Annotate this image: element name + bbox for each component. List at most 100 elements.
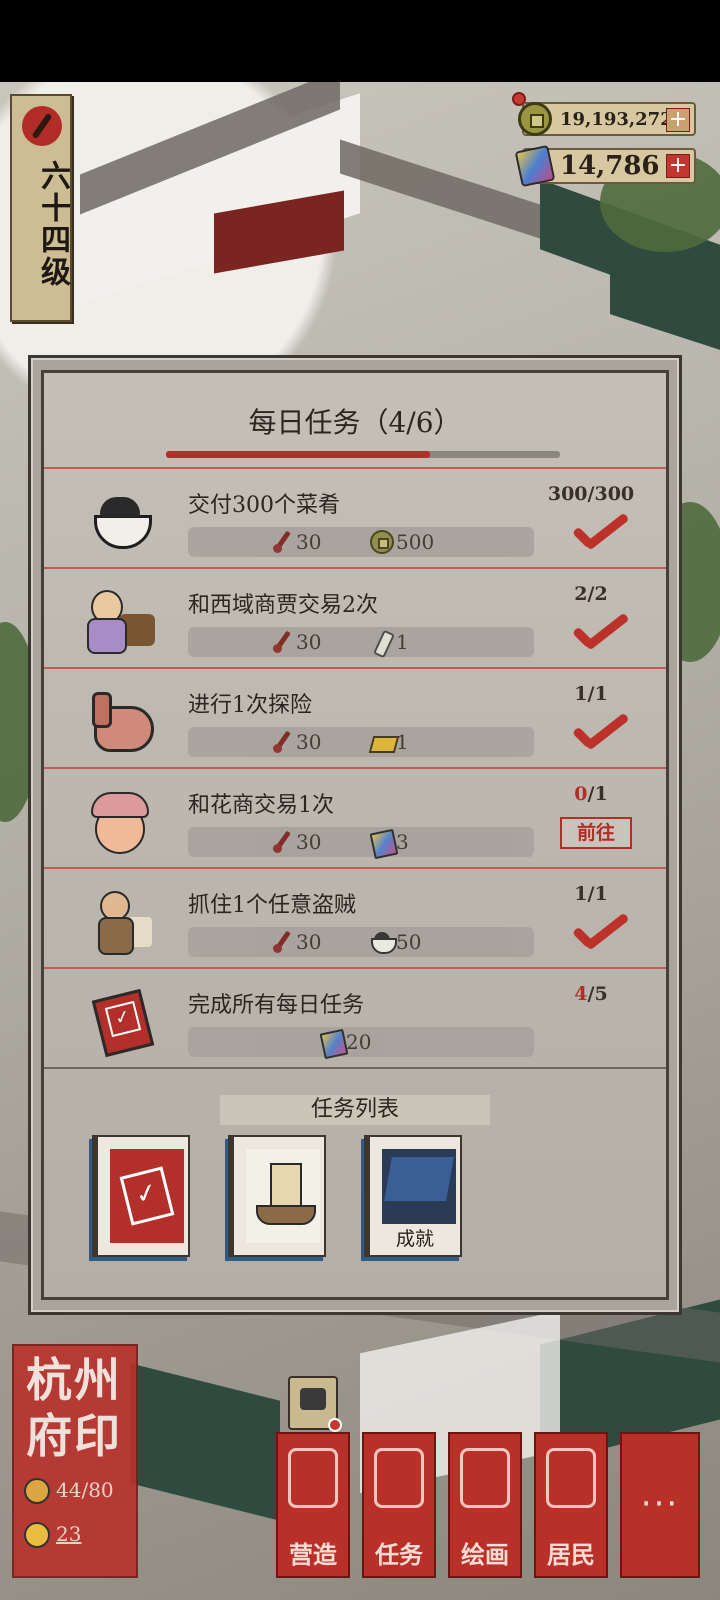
brush-icon [270,530,294,554]
task-row: 完成所有每日任务 20 4/5 [44,969,666,1071]
reward-amount: 1 [396,630,409,654]
residents-icon [546,1448,596,1508]
task-progress-count: 1/1 [546,683,636,705]
reward-item: 20 [320,1027,371,1057]
reward-amount: 30 [296,630,322,654]
tab-voyage-tasks[interactable] [228,1135,326,1257]
prefecture-seal-title: 杭州府印 [26,1353,122,1463]
reward-bar: 30 1 [188,627,534,657]
reward-item: 30 [270,527,321,557]
task-progress-count: 4/5 [546,983,636,1005]
coin-amount: 19,193,272 [560,108,673,130]
reward-item: 1 [370,627,409,657]
prefecture-seal[interactable]: 杭州府印 44/80 23 [12,1344,138,1578]
gem-amount: 14,786 [560,151,660,181]
task-row: 和西域商贾交易2次 30 1 2/2 [44,569,666,671]
reward-item: 30 [270,827,321,857]
tab-daily-tasks[interactable] [92,1135,190,1257]
flower-merchant-icon [84,787,156,854]
gem-icon [320,1030,344,1054]
task-count-done: 1 [574,883,588,905]
nav-tasks-label: 任务 [375,1540,423,1569]
reward-item: 30 [270,927,321,957]
bowl-icon [370,930,397,954]
completed-check-icon [568,613,626,655]
task-row: 抓住1个任意盗贼 30 50 1/1 [44,869,666,971]
more-icon: ··· [640,1484,680,1524]
brush-seal-icon [22,106,62,146]
reward-amount: 500 [396,530,435,554]
task-title: 完成所有每日任务 [188,993,365,1018]
task-count-total: /1 [587,783,608,805]
resident-icon [24,1478,50,1504]
task-count-total: /1 [587,883,608,905]
reward-amount: 30 [296,930,322,954]
add-gems-button[interactable]: + [666,154,690,178]
nav-paint-label: 绘画 [461,1540,509,1569]
task-divider [44,1067,666,1069]
reward-amount: 30 [296,830,322,854]
task-title: 进行1次探险 [188,693,312,718]
completed-check-icon [568,913,626,955]
brush-icon [270,730,294,754]
coin-counter: 19,193,272 + [518,102,696,136]
task-book-icon [110,1149,184,1243]
status-bar [0,0,720,82]
tasks-icon [374,1448,424,1508]
brush-icon [270,830,294,854]
gem-counter: 14,786 + [514,144,696,188]
nav-build-button[interactable]: 营造 [276,1432,350,1578]
task-progress-count: 2/2 [546,583,636,605]
daily-progress-fill [166,451,430,458]
player-level-label: 六十四级 [35,160,70,288]
task-progress-count: 300/300 [546,483,636,505]
daily-tasks-panel-inner: 每日任务（4/6） 交付300个菜肴 30 500 300/300 和西域商贾交易2次 3… [41,370,669,1300]
gold-ingot-icon [370,730,394,754]
reward-bar: 30 50 [188,927,534,957]
task-count-total: /5 [587,983,608,1005]
player-level-badge[interactable]: 六十四级 [10,94,72,322]
gem-icon [370,830,394,854]
reward-item: 3 [370,827,409,857]
task-list-header: 任务列表 [220,1095,490,1125]
task-row: 进行1次探险 30 1 1/1 [44,669,666,771]
task-title: 和花商交易1次 [188,793,334,818]
task-count-total: /2 [587,583,608,605]
reward-item: 30 [270,727,321,757]
task-count-done: 4 [574,983,588,1005]
panel-title: 每日任务（4/6） [248,406,462,439]
completed-check-icon [568,513,626,555]
pouch-icon [84,687,156,753]
daily-tasks-panel: 每日任务（4/6） 交付300个菜肴 30 500 300/300 和西域商贾交易2次 3… [28,355,682,1315]
go-button[interactable]: 前往 [560,817,632,849]
task-count-total: /1 [587,683,608,705]
task-count-done: 0 [574,783,588,805]
task-title: 抓住1个任意盗贼 [188,893,356,918]
gold-icon [24,1522,50,1548]
reward-item: 500 [370,527,434,557]
nav-residents-button[interactable]: 居民 [534,1432,608,1578]
reward-bar: 30 1 [188,727,534,757]
gem-icon [514,144,556,188]
reward-amount: 3 [396,830,409,854]
reward-bar: 20 [188,1027,534,1057]
painting-icon [460,1448,510,1508]
add-coins-button[interactable]: + [666,108,690,132]
reward-amount: 20 [346,1030,372,1054]
nav-build-label: 营造 [289,1540,337,1569]
tab-achievements[interactable]: 成就 [364,1135,462,1257]
completed-check-icon [568,713,626,755]
task-progress-count: 1/1 [546,883,636,905]
nav-paint-button[interactable]: 绘画 [448,1432,522,1578]
daily-progress-bar [166,451,560,458]
reward-item: 30 [270,627,321,657]
reward-amount: 1 [396,730,409,754]
task-progress-count: 0/1 [546,783,636,805]
tab-achievements-label: 成就 [370,1224,460,1251]
reward-item: 1 [370,727,409,757]
task-row: 和花商交易1次 30 3 0/1 前往 [44,769,666,871]
nav-more-button[interactable]: ··· [620,1432,700,1578]
task-count-done: 300 [547,483,588,505]
task-book-icon [84,987,156,1053]
nav-tasks-button[interactable]: 任务 [362,1432,436,1578]
